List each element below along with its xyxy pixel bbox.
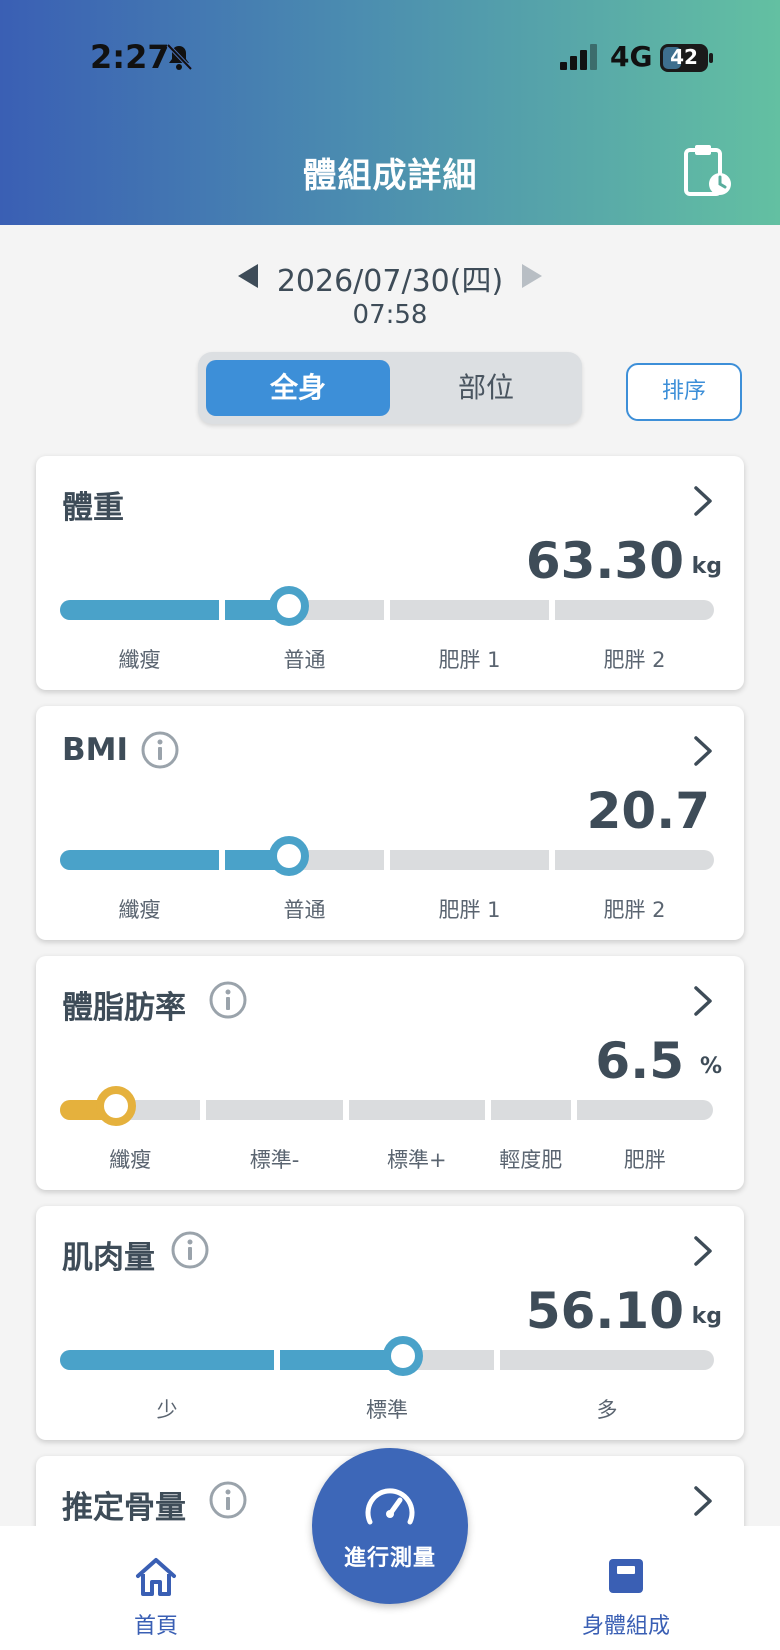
sort-button[interactable]: 排序: [626, 363, 742, 421]
range-segment: [555, 850, 714, 870]
metric-value: 20.7: [586, 782, 710, 840]
metric-title: 體脂肪率: [62, 990, 186, 1026]
date-label: 2026/07/30(四): [276, 264, 504, 299]
metric-value: 63.30: [525, 532, 684, 590]
range-marker: [383, 1336, 424, 1376]
start-measurement-label: 進行測量: [343, 1546, 436, 1571]
battery-level: 42: [670, 45, 698, 69]
range-segment: [390, 600, 549, 620]
range-segment: [555, 600, 714, 620]
status-bar: 2:27 4G 42: [0, 0, 780, 110]
page-title: 體組成詳細: [302, 156, 478, 196]
range-label: 肥胖 2: [603, 648, 666, 672]
metric-unit: %: [699, 1054, 722, 1079]
range-label: 多: [596, 1398, 618, 1422]
range-segment: [390, 850, 549, 870]
range-bar: [60, 1086, 714, 1126]
range-bar: [60, 1336, 714, 1376]
range-segment: [206, 1100, 343, 1120]
chevron-right-icon[interactable]: [690, 984, 716, 1018]
body-composition-icon: [609, 1559, 643, 1593]
battery-icon: 42: [660, 44, 714, 72]
chevron-right-icon[interactable]: [690, 1484, 716, 1518]
home-icon: [136, 1558, 176, 1596]
range-marker: [268, 836, 309, 876]
range-fill: [60, 600, 219, 620]
nav-body-composition[interactable]: 身體組成: [560, 1556, 690, 1646]
range-label: 肥胖: [623, 1148, 666, 1172]
range-fill: [60, 850, 219, 870]
metric-unit: kg: [691, 1304, 722, 1329]
metric-card[interactable]: BMI 20.7 纖瘦 普通 肥胖 1 肥胖 2: [36, 706, 744, 940]
nav-body-label: 身體組成: [582, 1614, 671, 1639]
range-label: 纖瘦: [118, 898, 161, 922]
gauge-icon: [365, 1488, 415, 1525]
time-label: 07:58: [352, 300, 428, 330]
status-time: 2:27: [90, 38, 170, 76]
range-label: 纖瘦: [118, 648, 161, 672]
range-label: 少: [156, 1398, 178, 1422]
bell-off-icon: [166, 43, 193, 71]
range-label: 肥胖 1: [438, 648, 501, 672]
range-fill: [60, 1350, 274, 1370]
range-label: 標準+: [387, 1148, 447, 1172]
info-icon[interactable]: [208, 980, 248, 1020]
scope-segmented-control: 全身 部位: [198, 352, 582, 424]
nav-home[interactable]: 首頁: [110, 1556, 200, 1646]
range-label: 標準: [366, 1398, 408, 1422]
range-segment: [576, 1100, 713, 1120]
range-bar: [60, 836, 714, 876]
range-segment: [490, 1100, 571, 1120]
nav-home-label: 首頁: [134, 1614, 179, 1639]
range-label: 肥胖 2: [603, 898, 666, 922]
metric-card[interactable]: 肌肉量 56.10 kg 少 標準 多: [36, 1206, 744, 1440]
range-label: 標準-: [249, 1148, 300, 1172]
range-segment: [500, 1350, 714, 1370]
range-label: 普通: [283, 648, 326, 672]
range-marker: [95, 1086, 136, 1126]
metric-title: 肌肉量: [62, 1240, 155, 1276]
tab-body-part[interactable]: 部位: [398, 360, 574, 416]
range-label: 纖瘦: [109, 1148, 152, 1172]
range-label: 肥胖 1: [438, 898, 501, 922]
metric-title: 推定骨量: [62, 1490, 186, 1526]
info-icon[interactable]: [170, 1230, 210, 1270]
chevron-right-icon[interactable]: [690, 484, 716, 518]
metric-card[interactable]: 體脂肪率 6.5% 纖瘦 標準- 標準+ 輕度肥 肥胖: [36, 956, 744, 1190]
range-label: 普通: [283, 898, 326, 922]
info-icon[interactable]: [140, 730, 180, 770]
next-date-icon[interactable]: [520, 262, 544, 290]
history-clipboard-icon[interactable]: [682, 142, 732, 198]
metric-card[interactable]: 體重 63.30 kg 纖瘦 普通 肥胖 1 肥胖 2: [36, 456, 744, 690]
start-measurement-button[interactable]: 進行測量: [312, 1448, 468, 1604]
header: 2:27 4G 42 體組成詳細: [0, 0, 780, 225]
metric-title: 體重: [62, 490, 124, 526]
metric-value: 56.10: [525, 1282, 684, 1340]
network-label: 4G: [610, 40, 653, 73]
chevron-right-icon[interactable]: [690, 734, 716, 768]
tab-whole-body[interactable]: 全身: [206, 360, 390, 416]
metric-title: BMI: [62, 732, 129, 768]
range-segment: [348, 1100, 485, 1120]
range-marker: [268, 586, 309, 626]
signal-icon: [560, 44, 597, 70]
range-bar: [60, 586, 714, 626]
info-icon[interactable]: [208, 1480, 248, 1520]
metric-value: 6.5: [595, 1032, 684, 1090]
metric-unit: kg: [691, 554, 722, 579]
range-label: 輕度肥: [499, 1148, 563, 1172]
chevron-right-icon[interactable]: [690, 1234, 716, 1268]
